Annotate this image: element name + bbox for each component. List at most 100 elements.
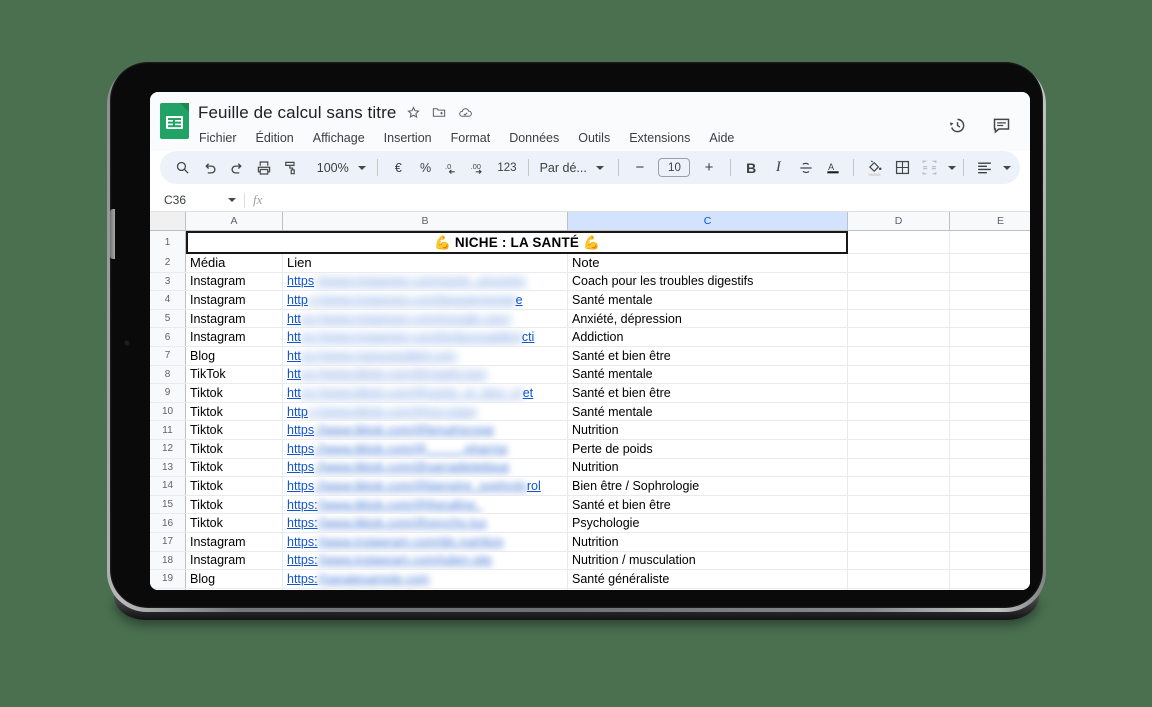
- cell-c9-note[interactable]: Santé et bien être: [568, 384, 848, 402]
- cell-b14-link[interactable]: https://www.tiktok.com/@bienetre_sophrol…: [283, 477, 568, 495]
- chevron-down-icon[interactable]: [1002, 165, 1011, 170]
- cell-c19-note[interactable]: Santé généraliste: [568, 570, 848, 588]
- cell-c10-note[interactable]: Santé mentale: [568, 402, 848, 421]
- cell-e15[interactable]: [950, 495, 1030, 514]
- row-header-7[interactable]: 7: [150, 346, 186, 365]
- search-icon[interactable]: [169, 155, 196, 181]
- cell-c6-note[interactable]: Addiction: [568, 328, 848, 346]
- cell-b9-link[interactable]: htt ps://www.tiktok.com/@sante_et_bien_et…: [283, 384, 568, 402]
- cell-c2-note-header[interactable]: Note: [568, 254, 848, 272]
- row-header-14[interactable]: 14: [150, 477, 186, 495]
- cell-d12[interactable]: [848, 439, 950, 458]
- cell-a9-media[interactable]: Tiktok: [186, 384, 283, 402]
- cell-a8-media[interactable]: TikTok: [186, 365, 283, 384]
- cell-d19[interactable]: [848, 570, 950, 588]
- row-header-10[interactable]: 10: [150, 402, 186, 421]
- cell-e13[interactable]: [950, 458, 1030, 477]
- row-header-11[interactable]: 11: [150, 421, 186, 439]
- document-title[interactable]: Feuille de calcul sans titre: [198, 103, 396, 123]
- cell-e16[interactable]: [950, 514, 1030, 532]
- decrease-decimal-button[interactable]: .0: [439, 155, 466, 181]
- cell-b5-link[interactable]: htt ps://www.instagram.com/mosaik.care/: [283, 309, 568, 328]
- italic-button[interactable]: I: [765, 155, 792, 181]
- cell-a14-media[interactable]: Tiktok: [186, 477, 283, 495]
- row-header-17[interactable]: 17: [150, 532, 186, 551]
- cell-c16-note[interactable]: Psychologie: [568, 514, 848, 532]
- cell-a10-media[interactable]: Tiktok: [186, 402, 283, 421]
- row-header-5[interactable]: 5: [150, 309, 186, 328]
- cell-b16-link[interactable]: https://www.tiktok.com/@psycho.tux: [283, 514, 568, 532]
- row-header-2[interactable]: 2: [150, 254, 186, 272]
- cell-b3-link[interactable]: https://www.instagram.com/sante_ancestra: [283, 272, 568, 291]
- cell-b11-link[interactable]: https://www.tiktok.com/@lenutriscope: [283, 421, 568, 439]
- cell-b4-link[interactable]: http s://www.instagram.com/beautemental e: [283, 291, 568, 309]
- increase-font-size-button[interactable]: +: [695, 155, 722, 181]
- cell-a12-media[interactable]: Tiktok: [186, 439, 283, 458]
- cell-b12-link[interactable]: https://www.tiktok.com/@_____.pharma: [283, 439, 568, 458]
- font-family-selector[interactable]: Par dé...: [536, 161, 612, 175]
- cell-e3[interactable]: [950, 272, 1030, 291]
- cell-b8-link[interactable]: htt ps://www.tiktok.com/@maelis.bze: [283, 365, 568, 384]
- cell-c7-note[interactable]: Santé et bien être: [568, 346, 848, 365]
- cell-d2[interactable]: [848, 254, 950, 272]
- cell-c4-note[interactable]: Santé mentale: [568, 291, 848, 309]
- cell-a17-media[interactable]: Instagram: [186, 532, 283, 551]
- currency-format-button[interactable]: €: [385, 155, 412, 181]
- cell-b18-link[interactable]: https://www.instagram.com/julien.site: [283, 551, 568, 570]
- cell-b6-link[interactable]: htt ps://www.instagram.com/lesfacesaddict…: [283, 328, 568, 346]
- menu-item-format[interactable]: Format: [450, 129, 492, 147]
- cell-e10[interactable]: [950, 402, 1030, 421]
- cell-d20[interactable]: [848, 588, 950, 590]
- volume-button[interactable]: [110, 209, 115, 259]
- name-box[interactable]: C36: [156, 191, 242, 210]
- column-header-b[interactable]: B: [283, 212, 568, 230]
- row-header-9[interactable]: 9: [150, 384, 186, 402]
- menu-item-outils[interactable]: Outils: [577, 129, 611, 147]
- cell-b10-link[interactable]: http s://www.tiktok.com/@psy.tuber: [283, 402, 568, 421]
- cell-a5-media[interactable]: Instagram: [186, 309, 283, 328]
- cell-a13-media[interactable]: Tiktok: [186, 458, 283, 477]
- cell-e11[interactable]: [950, 421, 1030, 439]
- font-size-input[interactable]: 10: [658, 158, 691, 177]
- cell-d5[interactable]: [848, 309, 950, 328]
- cell-d10[interactable]: [848, 402, 950, 421]
- cell-c13-note[interactable]: Nutrition: [568, 458, 848, 477]
- cell-b19-link[interactable]: https://sanatesample.com: [283, 570, 568, 588]
- cell-a6-media[interactable]: Instagram: [186, 328, 283, 346]
- cell-a3-media[interactable]: Instagram: [186, 272, 283, 291]
- row-header-19[interactable]: 19: [150, 570, 186, 588]
- row-header-3[interactable]: 3: [150, 272, 186, 291]
- percent-format-button[interactable]: %: [412, 155, 439, 181]
- cell-c14-note[interactable]: Bien être / Sophrologie: [568, 477, 848, 495]
- undo-icon[interactable]: [196, 155, 223, 181]
- cell-d13[interactable]: [848, 458, 950, 477]
- cell-c17-note[interactable]: Nutrition: [568, 532, 848, 551]
- column-header-c[interactable]: C: [568, 212, 848, 230]
- cell-a2-media-header[interactable]: Média: [186, 254, 283, 272]
- increase-decimal-button[interactable]: .00: [466, 155, 493, 181]
- cell-a16-media[interactable]: Tiktok: [186, 514, 283, 532]
- cell-a4-media[interactable]: Instagram: [186, 291, 283, 309]
- cell-d9[interactable]: [848, 384, 950, 402]
- cell-d15[interactable]: [848, 495, 950, 514]
- cell-d14[interactable]: [848, 477, 950, 495]
- cell-e2[interactable]: [950, 254, 1030, 272]
- menu-item-insertion[interactable]: Insertion: [383, 129, 433, 147]
- cell-b2-lien-header[interactable]: Lien: [283, 254, 568, 272]
- comment-icon[interactable]: [991, 115, 1012, 141]
- merge-cells-icon[interactable]: [916, 155, 943, 181]
- bold-button[interactable]: B: [738, 155, 765, 181]
- cell-d4[interactable]: [848, 291, 950, 309]
- row-header-15[interactable]: 15: [150, 495, 186, 514]
- row-header-16[interactable]: 16: [150, 514, 186, 532]
- version-history-icon[interactable]: [947, 115, 968, 141]
- column-header-d[interactable]: D: [848, 212, 950, 230]
- cell-d1[interactable]: [848, 231, 950, 254]
- cell-c3-note[interactable]: Coach pour les troubles digestifs: [568, 272, 848, 291]
- cell-d16[interactable]: [848, 514, 950, 532]
- borders-icon[interactable]: [888, 155, 915, 181]
- redo-icon[interactable]: [223, 155, 250, 181]
- cell-b15-link[interactable]: https://www.tiktok.com/@therafine_: [283, 495, 568, 514]
- menu-item-donnees[interactable]: Données: [508, 129, 560, 147]
- column-header-e[interactable]: E: [950, 212, 1030, 230]
